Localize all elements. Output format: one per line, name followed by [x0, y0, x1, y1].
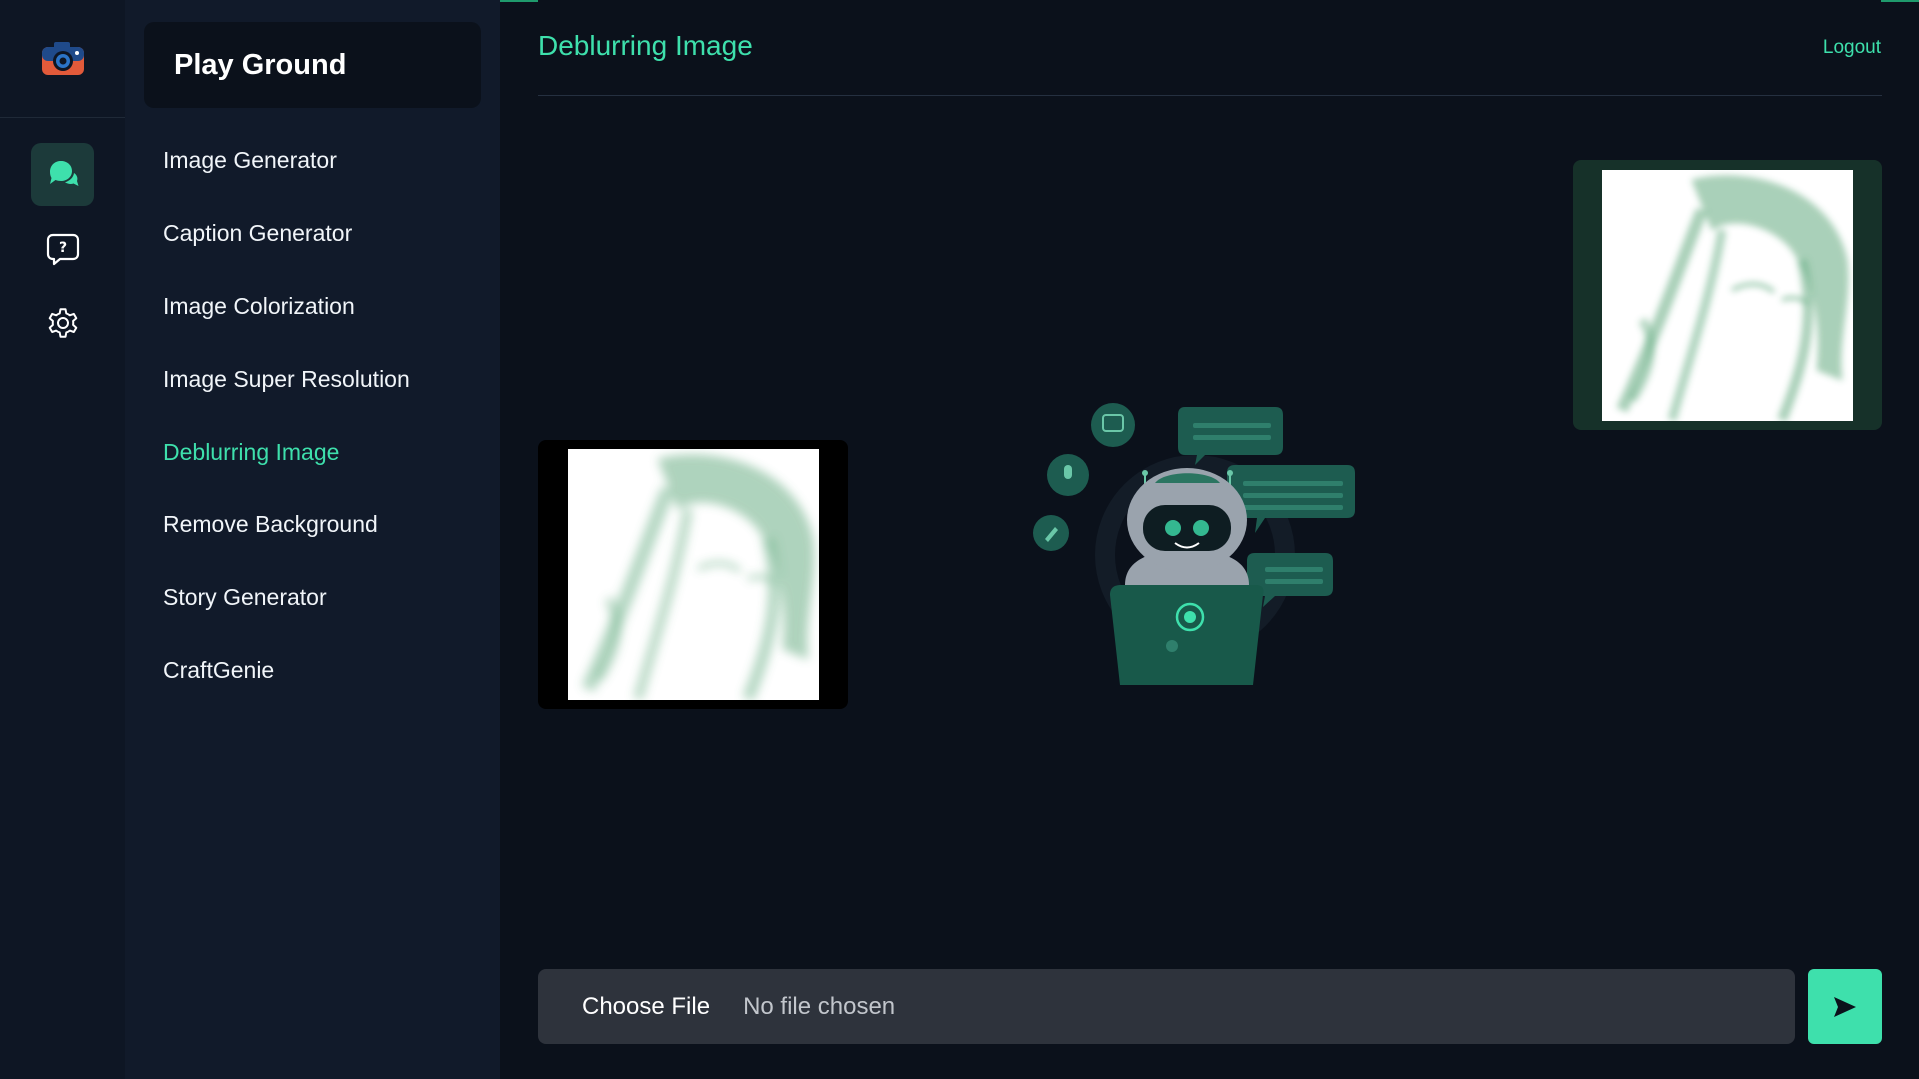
sidebar-item-craftgenie[interactable]: CraftGenie — [163, 657, 274, 684]
sidebar-item-remove-background[interactable]: Remove Background — [163, 511, 378, 538]
sidebar-item-deblurring-image[interactable]: Deblurring Image — [163, 439, 339, 466]
sidebar-item-image-super-resolution[interactable]: Image Super Resolution — [163, 366, 410, 393]
camera-logo-icon — [41, 41, 84, 75]
input-image — [567, 449, 819, 700]
logout-link[interactable]: Logout — [1823, 37, 1881, 59]
chat-bubbles-icon — [49, 160, 78, 186]
help-question-icon: ? — [46, 233, 79, 265]
sidebar-title: Play Ground — [144, 22, 481, 108]
rail-settings-button[interactable] — [31, 291, 94, 354]
choose-file-button[interactable]: Choose File — [582, 993, 710, 1021]
top-accent-line — [1881, 0, 1919, 2]
app-root: ? Play Ground Image Generator Caption Ge… — [0, 0, 1919, 1079]
file-upload-bar[interactable]: Choose File No file chosen — [538, 969, 1795, 1044]
output-image-frame — [1573, 160, 1882, 430]
input-image-frame — [538, 440, 848, 709]
send-arrow-icon — [1834, 996, 1856, 1017]
main-content: Deblurring Image Logout Choose File No f… — [500, 0, 1919, 1079]
send-button[interactable] — [1808, 969, 1882, 1044]
icon-rail: ? — [0, 0, 125, 1079]
sidebar: Play Ground Image Generator Caption Gene… — [125, 0, 500, 1079]
gear-icon — [48, 307, 77, 338]
rail-chat-button[interactable] — [31, 143, 94, 206]
sidebar-item-image-colorization[interactable]: Image Colorization — [163, 293, 355, 320]
page-title: Deblurring Image — [538, 30, 753, 61]
sidebar-item-caption-generator[interactable]: Caption Generator — [163, 220, 352, 247]
sidebar-item-image-generator[interactable]: Image Generator — [163, 147, 337, 174]
output-image — [1602, 169, 1853, 421]
rail-logo[interactable] — [0, 0, 125, 118]
rail-help-button[interactable]: ? — [31, 217, 94, 280]
robot-illustration — [1033, 403, 1355, 685]
top-accent-line — [500, 0, 538, 2]
header-divider — [538, 95, 1882, 96]
file-status-text: No file chosen — [743, 992, 896, 1020]
sidebar-item-story-generator[interactable]: Story Generator — [163, 584, 327, 611]
svg-text:?: ? — [58, 240, 66, 256]
